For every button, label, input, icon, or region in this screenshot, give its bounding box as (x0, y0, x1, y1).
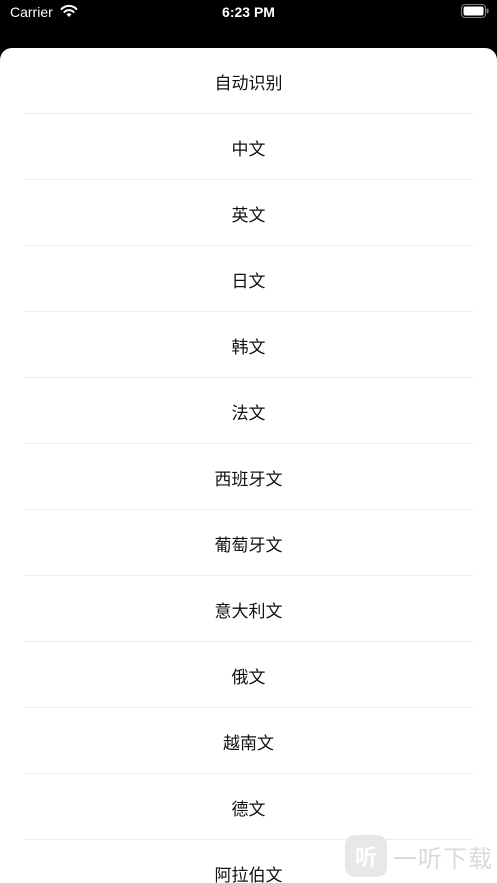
status-time: 6:23 PM (222, 4, 275, 20)
watermark-logo: 听 (345, 835, 387, 877)
status-bar: Carrier 6:23 PM (0, 0, 497, 44)
language-option-german[interactable]: 德文 (0, 774, 497, 840)
watermark-text: 一听下载 (393, 844, 493, 873)
language-option-vietnamese[interactable]: 越南文 (0, 708, 497, 774)
language-list: 自动识别 中文 英文 日文 韩文 法文 西班牙文 葡萄牙文 意大利文 俄文 越南… (0, 48, 497, 883)
language-option-korean[interactable]: 韩文 (0, 312, 497, 378)
language-option-russian[interactable]: 俄文 (0, 642, 497, 708)
language-option-spanish[interactable]: 西班牙文 (0, 444, 497, 510)
language-option-italian[interactable]: 意大利文 (0, 576, 497, 642)
language-option-portuguese[interactable]: 葡萄牙文 (0, 510, 497, 576)
language-option-french[interactable]: 法文 (0, 378, 497, 444)
language-picker-sheet: 自动识别 中文 英文 日文 韩文 法文 西班牙文 葡萄牙文 意大利文 俄文 越南… (0, 48, 497, 883)
language-option-japanese[interactable]: 日文 (0, 246, 497, 312)
language-option-chinese[interactable]: 中文 (0, 114, 497, 180)
language-option-auto-detect[interactable]: 自动识别 (0, 48, 497, 114)
battery-icon (461, 4, 489, 18)
language-option-english[interactable]: 英文 (0, 180, 497, 246)
watermark: 听 一听下载 (345, 835, 493, 877)
